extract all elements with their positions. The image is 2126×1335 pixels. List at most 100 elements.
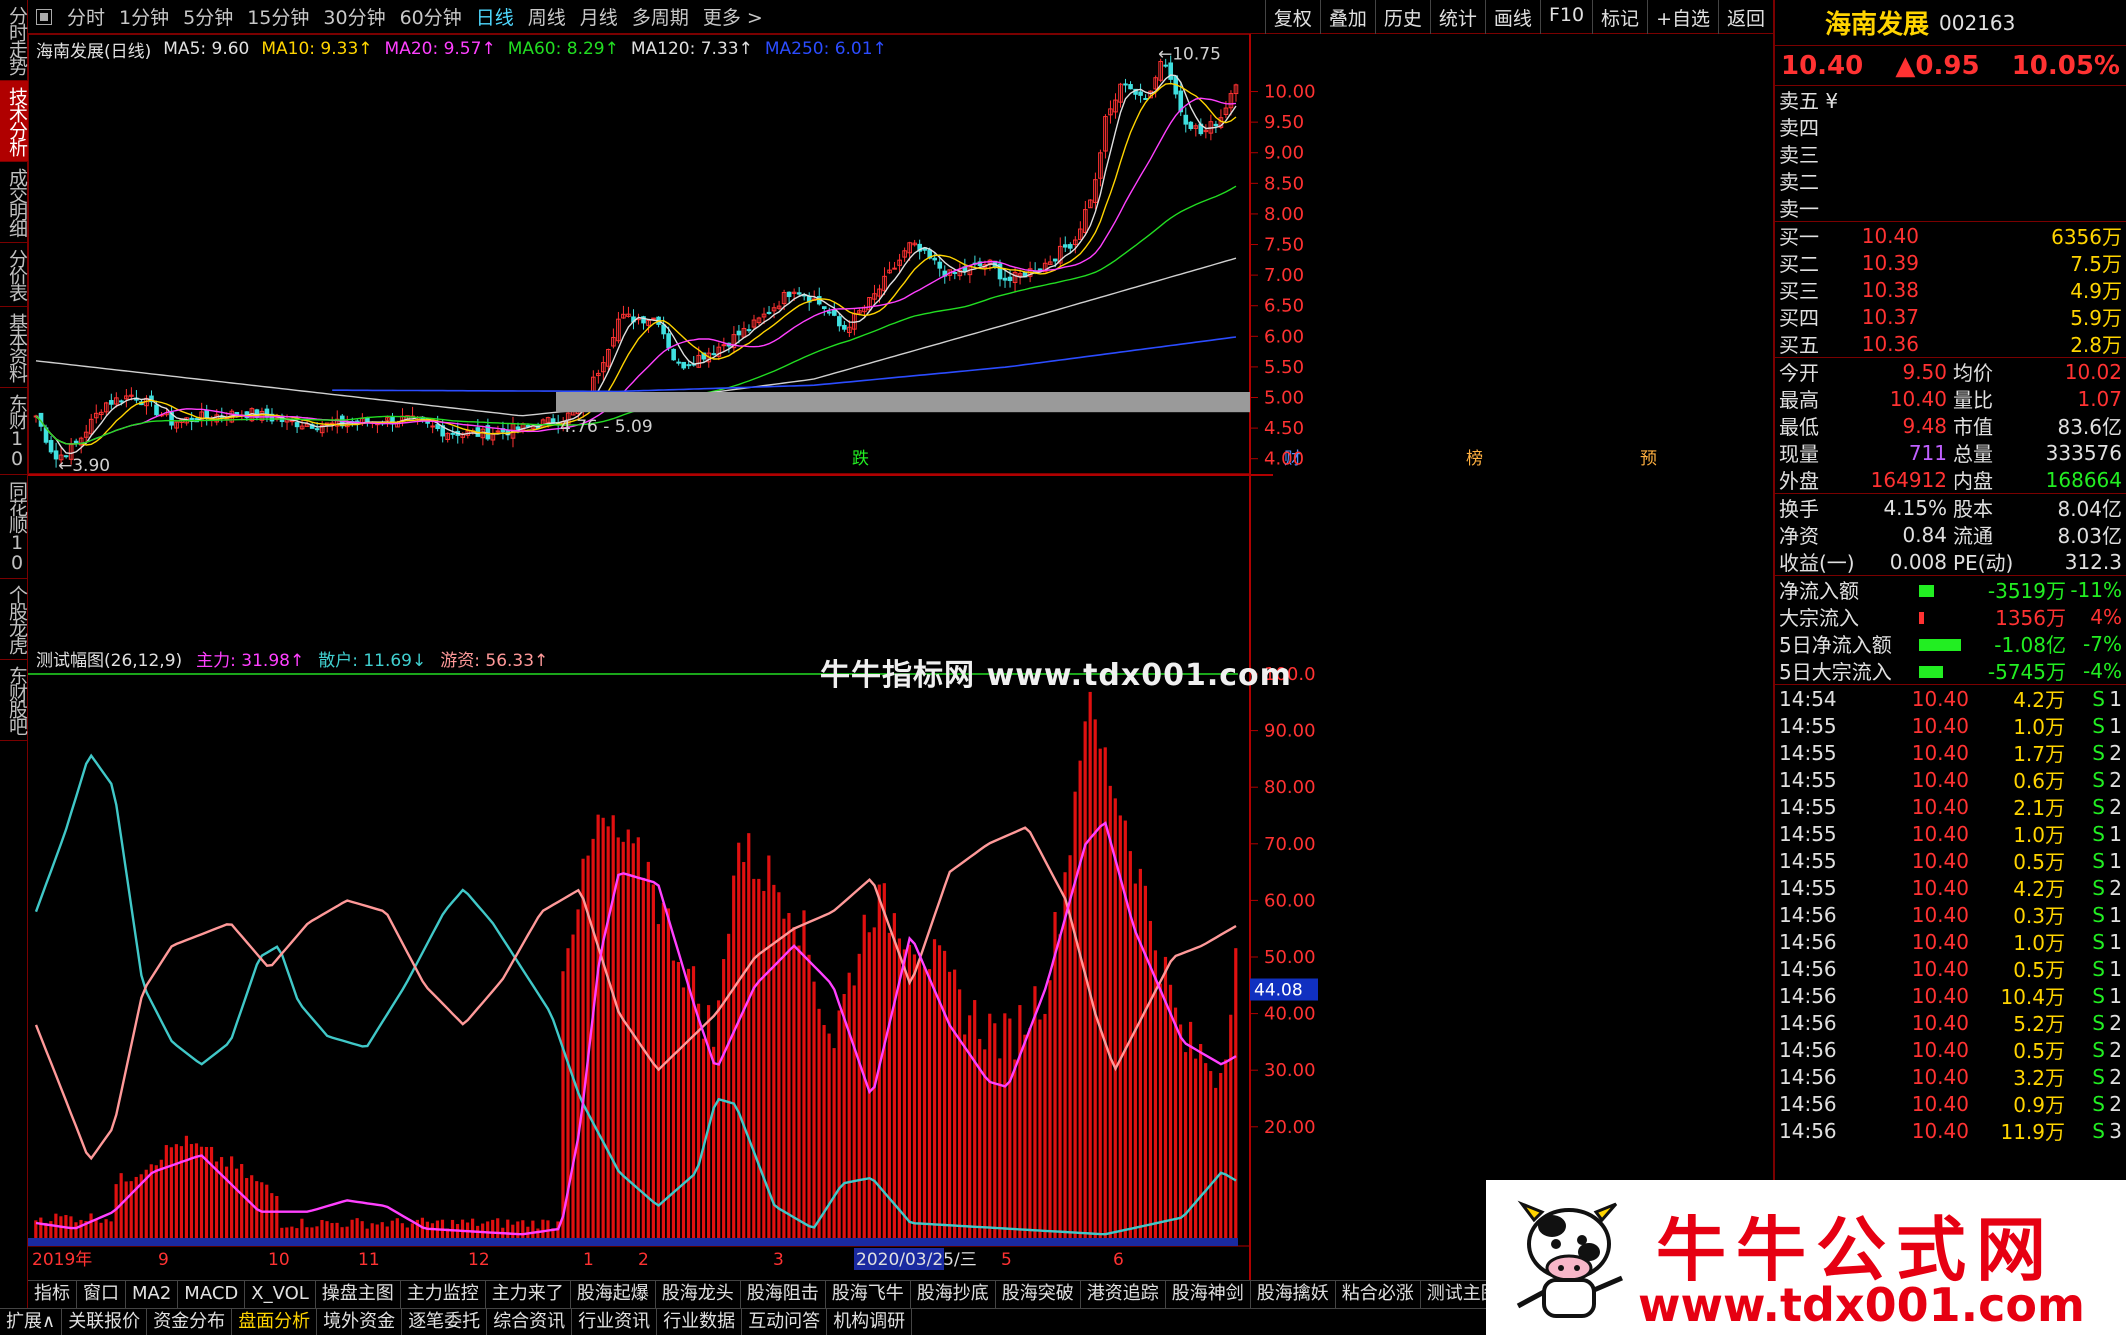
- extension-tab-2[interactable]: 资金分布: [147, 1309, 233, 1335]
- indicator-bar: [817, 1008, 821, 1240]
- tick-time: 14:56: [1779, 956, 1837, 981]
- indicator-bar: [832, 1048, 836, 1240]
- extension-tab-10[interactable]: 机构调研: [827, 1309, 913, 1335]
- period-tab-2[interactable]: 5分钟: [176, 3, 240, 30]
- indicator-tab-13[interactable]: 股海突破: [996, 1281, 1081, 1308]
- event-mark-3[interactable]: 预: [1640, 449, 1657, 469]
- indicator-tab-10[interactable]: 股海阻击: [741, 1281, 826, 1308]
- indicator-tab-3[interactable]: MACD: [178, 1281, 246, 1308]
- period-tab-9[interactable]: 多周期: [625, 3, 696, 30]
- period-tab-7[interactable]: 周线: [521, 3, 573, 30]
- flow-label: 5日净流入额: [1779, 633, 1892, 657]
- left-tab-4[interactable]: 基本资料: [0, 307, 28, 388]
- indicator-tab-17[interactable]: 粘合必涨: [1336, 1281, 1421, 1308]
- extension-tab-0[interactable]: 扩展∧: [0, 1309, 63, 1335]
- indicator-legend-items: 主力: 31.98↑ 散户: 11.69↓ 游资: 56.33↑: [196, 646, 562, 671]
- indicator-bar: [360, 1221, 364, 1240]
- toolbar-button-4[interactable]: 画线: [1484, 0, 1540, 34]
- toolbar-button-5[interactable]: F10: [1539, 0, 1592, 34]
- indicator-tab-2[interactable]: MA2: [126, 1281, 179, 1308]
- indicator-tab-8[interactable]: 股海起爆: [571, 1281, 656, 1308]
- left-tab-6[interactable]: 同花顺10: [0, 475, 28, 579]
- toolbar-button-7[interactable]: +自选: [1647, 0, 1718, 34]
- left-tab-7[interactable]: 个股龙虎: [0, 579, 28, 660]
- left-tab-0[interactable]: 分时走势: [0, 0, 28, 81]
- extension-tab-3[interactable]: 盘面分析: [232, 1309, 318, 1335]
- indicator-bar: [79, 1219, 83, 1240]
- indicator-tab-4[interactable]: X_VOL: [245, 1281, 316, 1308]
- indicator-bar: [947, 971, 952, 1240]
- indicator-bar: [616, 837, 620, 1240]
- event-mark-2[interactable]: 榜: [1466, 449, 1483, 469]
- indicator-bar: [1204, 1063, 1208, 1240]
- candle-body: [837, 316, 842, 327]
- cow-mascot-icon: [1516, 1200, 1623, 1318]
- period-tab-8[interactable]: 月线: [573, 3, 625, 30]
- stat-label: 内盘: [1953, 469, 1993, 493]
- stat-value: 9.48: [1902, 413, 1947, 438]
- indicator-tab-5[interactable]: 操盘主图: [316, 1281, 401, 1308]
- left-tab-3[interactable]: 分价表: [0, 243, 28, 307]
- period-tab-1[interactable]: 1分钟: [112, 3, 176, 30]
- extension-tab-6[interactable]: 综合资讯: [487, 1309, 573, 1335]
- indicator-bar: [516, 1221, 520, 1240]
- extension-tab-9[interactable]: 互动问答: [742, 1309, 828, 1335]
- period-tab-0[interactable]: 分时: [60, 3, 112, 30]
- candle-body: [937, 261, 943, 269]
- indicator-bar: [917, 960, 922, 1240]
- toolbar-button-1[interactable]: 叠加: [1319, 0, 1375, 34]
- indicator-bar: [300, 1218, 304, 1240]
- toolbar-button-3[interactable]: 统计: [1429, 0, 1485, 34]
- indicator-bar: [491, 1219, 495, 1240]
- left-tab-2[interactable]: 成交明细: [0, 162, 28, 243]
- indicator-tab-1[interactable]: 窗口: [77, 1281, 126, 1308]
- indicator-tab-14[interactable]: 港资追踪: [1081, 1281, 1166, 1308]
- indicator-tab-12[interactable]: 股海抄底: [911, 1281, 996, 1308]
- left-tab-1[interactable]: 技术分析: [0, 81, 28, 162]
- event-mark-0[interactable]: 跌: [852, 449, 869, 469]
- period-tab-10[interactable]: 更多 >: [696, 3, 770, 30]
- toolbar-button-2[interactable]: 历史: [1374, 0, 1430, 34]
- tick-row: 14:56 10.40 11.9万 S 3: [1775, 1117, 2126, 1145]
- price-layer: ←10.75←3.904.76 - 5.09跌财榜预: [33, 45, 1657, 476]
- left-tab-8[interactable]: 东财股吧: [0, 660, 28, 741]
- indicator-legend-item-1: 散户: 11.69↓: [318, 650, 427, 671]
- tick-list[interactable]: 14:54 10.40 4.2万 S 1 14:55 10.40 1.0万 S 1 14:55 10.…: [1775, 685, 2126, 1145]
- indicator-tab-0[interactable]: 指标: [28, 1281, 77, 1308]
- toolbar-button-8[interactable]: 返回: [1717, 0, 1773, 34]
- watermark-text: 牛牛指标网 www.tdx001.com: [820, 658, 1292, 693]
- extension-tab-4[interactable]: 境外资金: [317, 1309, 403, 1335]
- indicator-bar: [1123, 820, 1127, 1240]
- window-toggle-icon[interactable]: [36, 8, 52, 25]
- indicator-tab-7[interactable]: 主力来了: [486, 1281, 571, 1308]
- price-change: ▲0.95: [1895, 50, 1980, 81]
- indicator-bar: [1088, 691, 1092, 1240]
- toolbar-button-6[interactable]: 标记: [1592, 0, 1647, 34]
- period-tab-3[interactable]: 15分钟: [240, 3, 316, 30]
- period-tab-6[interactable]: 日线: [469, 3, 521, 30]
- extension-tab-8[interactable]: 行业数据: [657, 1309, 743, 1335]
- indicator-bar: [1173, 1007, 1178, 1240]
- indicator-tab-16[interactable]: 股海擒妖: [1251, 1281, 1336, 1308]
- ma-legend-title[interactable]: 海南发展(日线): [36, 37, 151, 62]
- ma-legend-items: MA5: 9.60 MA10: 9.33↑ MA20: 9.57↑ MA60: 8.2…: [163, 39, 899, 59]
- toolbar-button-0[interactable]: 复权: [1264, 0, 1320, 34]
- indicator-bar: [822, 1025, 826, 1240]
- left-tab-5[interactable]: 东财10: [0, 388, 28, 475]
- tick-time: 14:56: [1779, 1064, 1837, 1089]
- indicator-tab-9[interactable]: 股海龙头: [656, 1281, 741, 1308]
- period-tab-5[interactable]: 60分钟: [393, 3, 469, 30]
- indicator-tab-6[interactable]: 主力监控: [401, 1281, 486, 1308]
- period-tab-4[interactable]: 30分钟: [316, 3, 392, 30]
- indicator-legend-title[interactable]: 测试幅图(26,12,9): [36, 646, 182, 671]
- indicator-bar: [561, 971, 565, 1240]
- indicator-tab-15[interactable]: 股海神剑: [1166, 1281, 1251, 1308]
- extension-tab-7[interactable]: 行业资讯: [572, 1309, 658, 1335]
- candle-body: [515, 426, 521, 430]
- indicator-axis-label: 90.00: [1264, 721, 1316, 742]
- extension-tab-1[interactable]: 关联报价: [62, 1309, 148, 1335]
- stat-label: 现量: [1779, 442, 1819, 466]
- extension-tab-5[interactable]: 逐笔委托: [402, 1309, 488, 1335]
- candle-body: [1002, 277, 1008, 281]
- indicator-tab-11[interactable]: 股海飞牛: [826, 1281, 911, 1308]
